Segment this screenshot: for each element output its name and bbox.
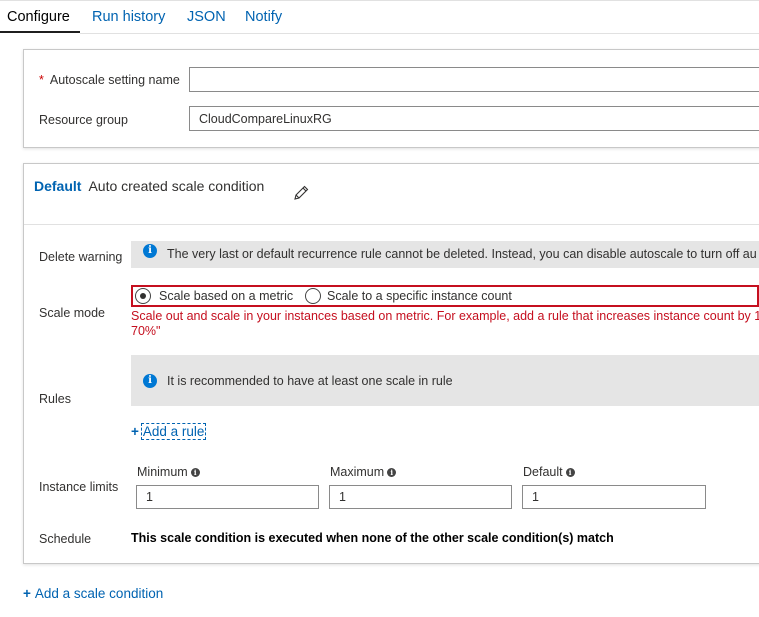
- tab-run-history[interactable]: Run history: [92, 9, 165, 25]
- scale-mode-description: Scale out and scale in your instances ba…: [131, 309, 759, 338]
- info-icon: i: [565, 468, 575, 477]
- tab-notify[interactable]: Notify: [245, 9, 282, 25]
- rules-info-banner: i It is recommended to have at least one…: [131, 355, 759, 406]
- pencil-icon[interactable]: [292, 184, 310, 205]
- required-marker: *: [39, 73, 44, 87]
- minimum-label: Minimum i: [137, 465, 200, 479]
- radio-selected-icon: [135, 288, 151, 304]
- top-border: [0, 0, 759, 1]
- schedule-label: Schedule: [39, 532, 92, 546]
- autoscale-name-input[interactable]: [189, 67, 759, 92]
- add-scale-condition-link[interactable]: + Add a scale condition: [23, 586, 163, 601]
- header-divider: [24, 224, 759, 225]
- maximum-label: Maximum i: [330, 465, 397, 479]
- add-rule-link[interactable]: + Add a rule: [131, 423, 207, 440]
- scale-condition-panel: Default Auto created scale condition Dele…: [23, 163, 759, 564]
- resource-group-label: Resource group: [39, 113, 128, 127]
- radio-scale-count-label: Scale to a specific instance count: [327, 289, 512, 303]
- info-icon: i: [143, 244, 157, 258]
- delete-warning-label: Delete warning: [39, 250, 123, 264]
- rules-label: Rules: [39, 392, 71, 406]
- radio-unselected-icon: [305, 288, 321, 304]
- active-tab-indicator: [0, 31, 80, 33]
- instance-limits-label: Instance limits: [39, 480, 119, 494]
- info-icon: i: [387, 468, 397, 477]
- schedule-text: This scale condition is executed when no…: [131, 531, 614, 545]
- condition-title: Default Auto created scale condition: [34, 178, 264, 194]
- scale-mode-radio-group: Scale based on a metric Scale to a speci…: [131, 285, 759, 307]
- info-icon: i: [190, 468, 200, 477]
- condition-title-default: Default: [34, 178, 82, 194]
- rules-info-text: It is recommended to have at least one s…: [167, 374, 453, 388]
- delete-warning-banner: i The very last or default recurrence ru…: [131, 241, 759, 268]
- tab-bar: Configure Run history JSON Notify: [0, 0, 759, 34]
- settings-panel: * Autoscale setting name Resource group: [23, 49, 759, 148]
- plus-icon: +: [23, 586, 31, 601]
- info-icon: i: [143, 374, 157, 388]
- maximum-input[interactable]: [329, 485, 512, 509]
- autoscale-name-label: * Autoscale setting name: [39, 73, 180, 87]
- delete-warning-text: The very last or default recurrence rule…: [167, 247, 757, 261]
- condition-title-name: Auto created scale condition: [88, 178, 265, 194]
- radio-scale-metric-label: Scale based on a metric: [159, 289, 294, 303]
- scale-mode-label: Scale mode: [39, 306, 106, 320]
- default-label: Default i: [523, 465, 575, 479]
- default-input[interactable]: [522, 485, 706, 509]
- minimum-input[interactable]: [136, 485, 319, 509]
- resource-group-field[interactable]: [189, 106, 759, 131]
- tab-configure[interactable]: Configure: [7, 9, 70, 25]
- plus-icon: +: [131, 424, 139, 439]
- tab-json[interactable]: JSON: [187, 9, 226, 25]
- tab-divider: [80, 33, 759, 34]
